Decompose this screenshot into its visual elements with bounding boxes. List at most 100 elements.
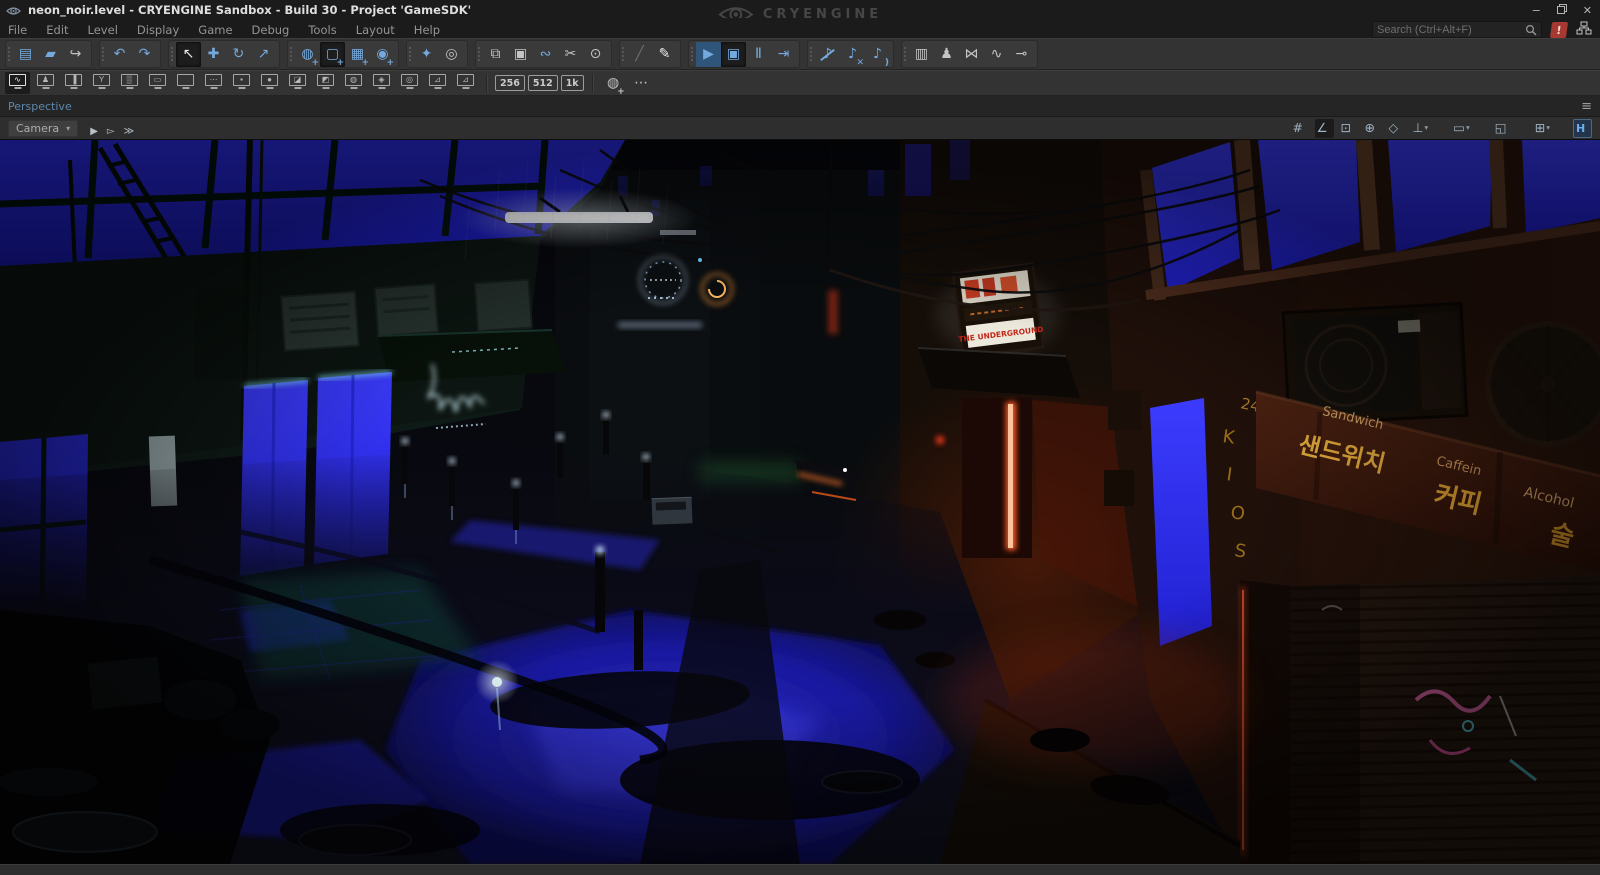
viewmode-spheres-button[interactable]: ● — [257, 72, 282, 94]
console-warning-icon[interactable]: ! — [1550, 22, 1568, 38]
camera-sync-button[interactable]: ⊸ — [1009, 42, 1034, 67]
new-probe-button[interactable]: ◍+ — [601, 71, 626, 96]
viewmode-probe-button[interactable]: ◎ — [397, 72, 422, 94]
more-view-options-button[interactable]: ⋯ — [629, 71, 654, 96]
restore-button[interactable] — [1557, 4, 1567, 16]
layout-manager-icon[interactable] — [1576, 20, 1592, 39]
refresh-audio-button[interactable]: ♪) — [865, 42, 890, 67]
viewmode-shaded-b-button[interactable]: ◩ — [313, 72, 338, 94]
environment-editor-button[interactable]: ∿ — [984, 42, 1009, 67]
open-level-button[interactable]: ▰ — [38, 42, 63, 67]
menu-help[interactable]: Help — [414, 23, 440, 37]
select-matching-button[interactable]: ⧉ — [483, 42, 508, 67]
viewmode-solid-button[interactable]: ▪ — [229, 72, 254, 94]
camera-settings-icon: ⊞ — [1535, 122, 1545, 135]
menu-level[interactable]: Level — [88, 23, 118, 37]
select-tool-button[interactable]: ↖ — [176, 42, 201, 67]
go-to-position-button[interactable]: ✦ — [414, 42, 439, 67]
resolution-512-button[interactable]: 512 — [528, 75, 558, 91]
display-options-button[interactable]: ▭▾ — [1451, 119, 1472, 138]
pause-game-button[interactable]: Ⅱ — [746, 42, 771, 67]
layout-panels-button[interactable]: ▥ — [909, 42, 934, 67]
vignette — [0, 140, 1600, 864]
helpers-toggle-button[interactable]: H — [1573, 119, 1592, 138]
redo-button[interactable]: ↷ — [132, 42, 157, 67]
resolution-256-button[interactable]: 256 — [495, 75, 525, 91]
close-button[interactable]: ✕ — [1583, 5, 1592, 16]
camera-selector[interactable]: Camera ▾ — [8, 120, 78, 137]
measure-tool-button[interactable]: ╱ — [627, 42, 652, 67]
move-tool-button[interactable]: ✚ — [201, 42, 226, 67]
grid-snap-button[interactable]: # — [1291, 119, 1310, 138]
simulate-physics-button[interactable]: ▣ — [721, 42, 746, 67]
select-linked-button[interactable]: ⊙ — [583, 42, 608, 67]
menu-file[interactable]: File — [8, 23, 27, 37]
add-brush-button[interactable]: ▢+ — [320, 42, 345, 67]
viewmode-gi-button[interactable]: ◈ — [369, 72, 394, 94]
viewmode-terrain-button[interactable]: ∿ — [5, 72, 30, 94]
ai-navigation-button[interactable]: ♟ — [934, 42, 959, 67]
vertex-snap-button[interactable]: ◇ — [1387, 119, 1406, 138]
scale-snap-button[interactable]: ⊡ — [1339, 119, 1358, 138]
viewmode-profile-a-button[interactable]: ⊿ — [425, 72, 450, 94]
rotate-tool-button[interactable]: ↻ — [226, 42, 251, 67]
play-game-icon: ▶ — [703, 47, 714, 61]
annotate-tool-button[interactable]: ✎ — [652, 42, 677, 67]
viewmode-widgets-button[interactable]: ▭ — [145, 72, 170, 94]
menu-bar-right: ! — [1372, 20, 1592, 39]
menu-tools[interactable]: Tools — [308, 23, 336, 37]
viewmode-shaded-a-button[interactable]: ◪ — [285, 72, 310, 94]
viewmode-console-button[interactable]: ⋯ — [201, 72, 226, 94]
mute-audio-button[interactable]: ♪ — [815, 42, 840, 67]
viewmode-textures-button[interactable]: ▒ — [117, 72, 142, 94]
viewmode-lighting-button[interactable]: ◍ — [341, 72, 366, 94]
pivot-snap-button[interactable]: ⊕ — [1363, 119, 1382, 138]
viewmode-fullscreen-button[interactable] — [173, 72, 198, 94]
menu-game[interactable]: Game — [198, 23, 232, 37]
camera-step-button[interactable]: ▻ — [107, 126, 115, 137]
add-camera-button[interactable]: ▦+ — [345, 42, 370, 67]
menu-debug[interactable]: Debug — [252, 23, 290, 37]
viewport-menu-icon[interactable]: ≡ — [1581, 100, 1592, 113]
step-frame-button[interactable]: ⇥ — [771, 42, 796, 67]
viewmode-lighting-icon: ◍ — [345, 74, 362, 86]
camera-play-button[interactable]: ▶ — [90, 126, 98, 137]
viewmode-split-button[interactable]: ▐ — [61, 72, 86, 94]
menu-layout[interactable]: Layout — [356, 23, 395, 37]
resolution-1k-button[interactable]: 1k — [561, 75, 584, 91]
viewport-canvas[interactable]: THE UNDERGROUND — [0, 140, 1600, 864]
stop-audio-button[interactable]: ♪✕ — [840, 42, 865, 67]
add-entity-button[interactable]: ◍+ — [295, 42, 320, 67]
camera-settings-button[interactable]: ⊞▾ — [1533, 119, 1552, 138]
undo-button[interactable]: ↶ — [107, 42, 132, 67]
track-view-button[interactable]: ⋈ — [959, 42, 984, 67]
unlink-objects-button[interactable]: ✂ — [558, 42, 583, 67]
scale-tool-button[interactable]: ↗ — [251, 42, 276, 67]
search-input[interactable] — [1377, 24, 1525, 36]
viewmode-characters-button[interactable]: ♟ — [33, 72, 58, 94]
layout-panels-icon: ▥ — [915, 47, 928, 61]
toolbar-group-file: ▤▰↪ — [5, 40, 92, 68]
link-objects-icon: ∾ — [540, 47, 552, 61]
export-level-button[interactable]: ↪ — [63, 42, 88, 67]
zoom-to-selection-button[interactable]: ◎ — [439, 42, 464, 67]
link-objects-button[interactable]: ∾ — [533, 42, 558, 67]
main-menu: File Edit Level Display Game Debug Tools Layout… — [8, 19, 459, 38]
screenshot-button[interactable]: ◱ — [1493, 119, 1512, 138]
step-frame-icon: ⇥ — [778, 47, 790, 61]
viewmode-stats-button[interactable]: Y — [89, 72, 114, 94]
viewport-title[interactable]: Perspective — [8, 100, 72, 113]
display-options-icon: ▭ — [1453, 122, 1465, 135]
menu-edit[interactable]: Edit — [46, 23, 68, 37]
add-light-button[interactable]: ◉+ — [370, 42, 395, 67]
play-game-button[interactable]: ▶ — [696, 42, 721, 67]
deselect-all-button[interactable]: ▣ — [508, 42, 533, 67]
terrain-snap-button[interactable]: ⊥▾ — [1411, 119, 1431, 138]
menu-display[interactable]: Display — [137, 23, 179, 37]
save-level-button[interactable]: ▤ — [13, 42, 38, 67]
viewport[interactable]: THE UNDERGROUND — [0, 140, 1600, 864]
camera-sequence-button[interactable]: ≫ — [124, 126, 134, 137]
angle-snap-button[interactable]: ∠ — [1315, 119, 1334, 138]
minimize-button[interactable]: − — [1532, 5, 1541, 16]
viewmode-profile-b-button[interactable]: ⊿ — [453, 72, 478, 94]
